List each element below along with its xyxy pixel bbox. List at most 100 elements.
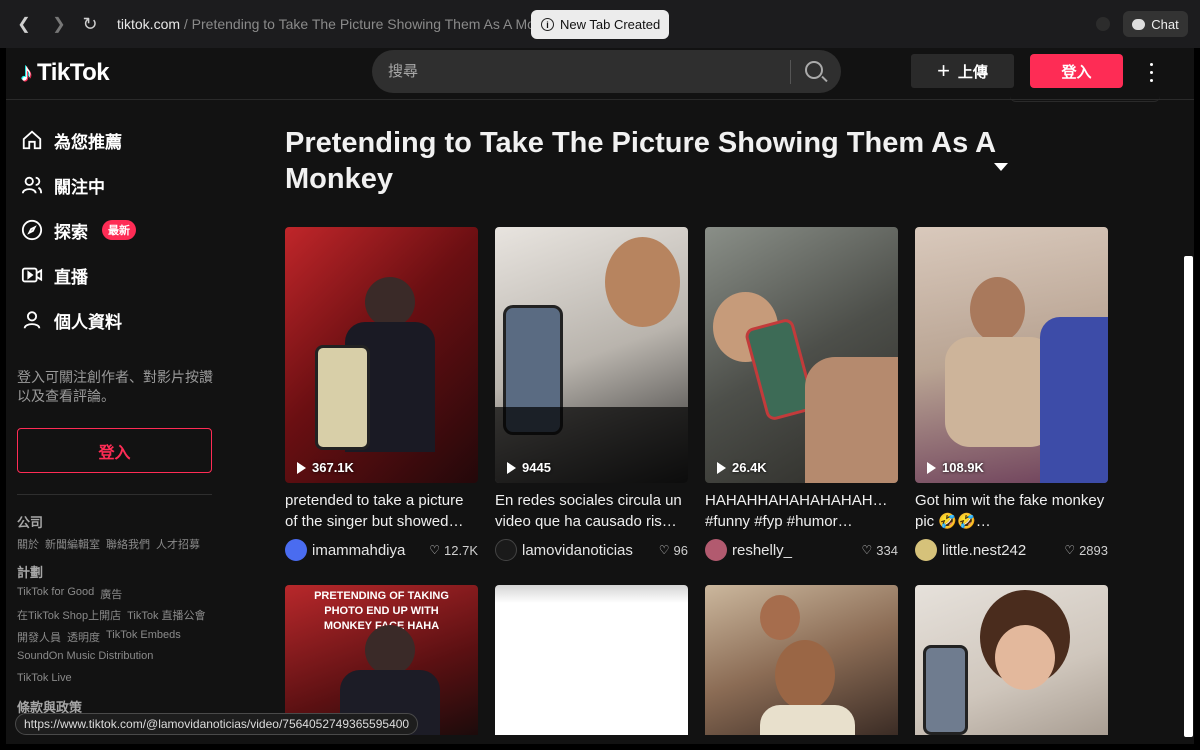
sidebar-item-following[interactable]: 關注中 bbox=[20, 171, 105, 199]
video-description[interactable]: pretended to take a picture of the singe… bbox=[285, 490, 478, 532]
address-bar[interactable]: tiktok.com / Pretending to Take The Pict… bbox=[117, 16, 564, 32]
play-icon bbox=[507, 461, 516, 474]
sidebar-item-live[interactable]: 直播 bbox=[20, 261, 88, 289]
sidebar-divider bbox=[17, 494, 212, 495]
view-count: 9445 bbox=[507, 460, 551, 475]
page-title: Pretending to Take The Picture Showing T… bbox=[285, 127, 996, 195]
search-input[interactable] bbox=[388, 50, 778, 93]
footer-link[interactable]: 關於 bbox=[17, 536, 39, 552]
footer-heading-programs: 計劃 bbox=[17, 565, 44, 580]
reload-icon[interactable]: ↻ bbox=[78, 12, 102, 36]
footer-link[interactable]: TikTok 直播公會 bbox=[127, 607, 205, 623]
username[interactable]: imammahdiya bbox=[312, 542, 429, 559]
sidebar-item-explore[interactable]: 探索 最新 bbox=[20, 216, 136, 244]
sidebar: 為您推薦 關注中 探索 最新 直播 個人資料 登入可關注創作者、對影片按讚以及查… bbox=[6, 100, 218, 744]
like-count: ♡ 334 bbox=[862, 543, 898, 558]
sidebar-login-button[interactable]: 登入 bbox=[17, 428, 212, 473]
scrollbar[interactable] bbox=[1184, 256, 1193, 737]
footer-links-programs: 在TikTok Shop上開店 TikTok 直播公會 bbox=[17, 607, 206, 623]
more-menu-icon[interactable] bbox=[1145, 60, 1157, 84]
video-meta: little.nest242 ♡ 2893 bbox=[915, 539, 1108, 561]
sidebar-item-for-you[interactable]: 為您推薦 bbox=[20, 126, 122, 154]
view-count: 367.1K bbox=[297, 460, 354, 475]
footer-link[interactable]: SoundOn Music Distribution bbox=[17, 650, 153, 662]
avatar[interactable] bbox=[285, 539, 307, 561]
video-description[interactable]: En redes sociales circula un video que h… bbox=[495, 490, 688, 532]
username[interactable]: reshelly_ bbox=[732, 542, 862, 559]
avatar[interactable] bbox=[495, 539, 517, 561]
view-count-value: 367.1K bbox=[312, 460, 354, 475]
chat-button[interactable]: Chat bbox=[1123, 11, 1188, 37]
footer-link[interactable]: 廣告 bbox=[100, 586, 122, 602]
sidebar-item-label: 直播 bbox=[54, 267, 88, 287]
extension-icon[interactable] bbox=[1096, 17, 1110, 31]
footer-link[interactable]: TikTok for Good bbox=[17, 586, 94, 602]
new-tab-label: New Tab Created bbox=[560, 17, 661, 32]
video-thumbnail[interactable] bbox=[705, 585, 898, 735]
login-button[interactable]: 登入 bbox=[1030, 54, 1123, 88]
sidebar-item-label: 探索 bbox=[54, 222, 88, 242]
heart-icon: ♡ bbox=[658, 543, 670, 557]
sidebar-item-profile[interactable]: 個人資料 bbox=[20, 306, 122, 334]
video-thumbnail[interactable]: 9445 bbox=[495, 227, 688, 483]
video-thumbnail[interactable]: 26.4K bbox=[705, 227, 898, 483]
avatar[interactable] bbox=[705, 539, 727, 561]
footer-links-programs: SoundOn Music Distribution bbox=[17, 650, 153, 662]
like-count-value: 334 bbox=[876, 542, 898, 558]
play-icon bbox=[717, 461, 726, 474]
sidebar-item-label: 個人資料 bbox=[54, 312, 122, 332]
footer-links-programs: TikTok for Good 廣告 bbox=[17, 586, 122, 602]
like-count-value: 96 bbox=[673, 542, 688, 558]
video-thumbnail[interactable] bbox=[495, 585, 688, 735]
view-count: 26.4K bbox=[717, 460, 767, 475]
video-thumbnail[interactable] bbox=[915, 585, 1108, 735]
chat-bubble-icon bbox=[1132, 18, 1146, 30]
video-description[interactable]: HAHAHHAHAHAHAHAH… #funny #fyp #humor… bbox=[705, 490, 898, 532]
users-icon bbox=[20, 173, 44, 197]
header-tab-edge bbox=[1010, 96, 1160, 102]
footer-links-programs: 開發人員 透明度 TikTok Embeds bbox=[17, 629, 181, 645]
live-icon bbox=[20, 263, 44, 287]
heart-icon: ♡ bbox=[861, 543, 873, 557]
video-meta: reshelly_ ♡ 334 bbox=[705, 539, 898, 561]
upload-label: 上傳 bbox=[957, 63, 988, 81]
footer-link[interactable]: TikTok Embeds bbox=[106, 629, 181, 645]
tiktok-logo[interactable]: ♪ TikTok bbox=[20, 57, 110, 88]
search-box bbox=[372, 50, 841, 93]
new-badge: 最新 bbox=[102, 220, 136, 240]
footer-link[interactable]: 開發人員 bbox=[17, 629, 61, 645]
footer-link[interactable]: 在TikTok Shop上開店 bbox=[17, 607, 121, 623]
upload-button[interactable]: + 上傳 bbox=[911, 54, 1014, 88]
footer-link[interactable]: 新聞編輯室 bbox=[45, 536, 100, 552]
like-count-value: 2893 bbox=[1079, 542, 1108, 558]
login-prompt-text: 登入可關注創作者、對影片按讚以及查看評論。 bbox=[17, 369, 213, 404]
browser-toolbar: ❮ ❯ ↻ tiktok.com / Pretending to Take Th… bbox=[0, 0, 1200, 48]
logo-text: TikTok bbox=[37, 58, 110, 86]
like-count-value: 12.7K bbox=[444, 542, 478, 558]
username[interactable]: little.nest242 bbox=[942, 542, 1064, 559]
avatar[interactable] bbox=[915, 539, 937, 561]
footer-link[interactable]: 聯絡我們 bbox=[106, 536, 150, 552]
home-icon bbox=[20, 128, 44, 152]
footer-links-company: 關於 新聞編輯室 聯絡我們 人才招募 bbox=[17, 536, 200, 552]
search-icon[interactable] bbox=[805, 61, 823, 79]
footer-link[interactable]: 透明度 bbox=[67, 629, 100, 645]
profile-icon bbox=[20, 308, 44, 332]
video-thumbnail[interactable]: 367.1K bbox=[285, 227, 478, 483]
footer-links-programs: TikTok Live bbox=[17, 672, 72, 684]
footer-link[interactable]: TikTok Live bbox=[17, 672, 72, 684]
view-count-value: 108.9K bbox=[942, 460, 984, 475]
plus-icon: + bbox=[937, 58, 950, 83]
footer-link[interactable]: 人才招募 bbox=[156, 536, 200, 552]
view-count: 108.9K bbox=[927, 460, 984, 475]
back-icon[interactable]: ❮ bbox=[12, 12, 36, 36]
new-tab-toast: i New Tab Created bbox=[531, 10, 669, 39]
page-viewport: ♪ TikTok + 上傳 登入 為您推薦 關注中 bbox=[6, 48, 1194, 744]
chevron-down-icon[interactable] bbox=[994, 163, 1008, 171]
forward-icon[interactable]: ❯ bbox=[47, 12, 71, 36]
tiktok-note-icon: ♪ bbox=[20, 57, 33, 87]
play-icon bbox=[927, 461, 936, 474]
username[interactable]: lamovidanoticias bbox=[522, 542, 659, 559]
video-thumbnail[interactable]: 108.9K bbox=[915, 227, 1108, 483]
video-description[interactable]: Got him wit the fake monkey pic 🤣🤣… bbox=[915, 490, 1108, 532]
